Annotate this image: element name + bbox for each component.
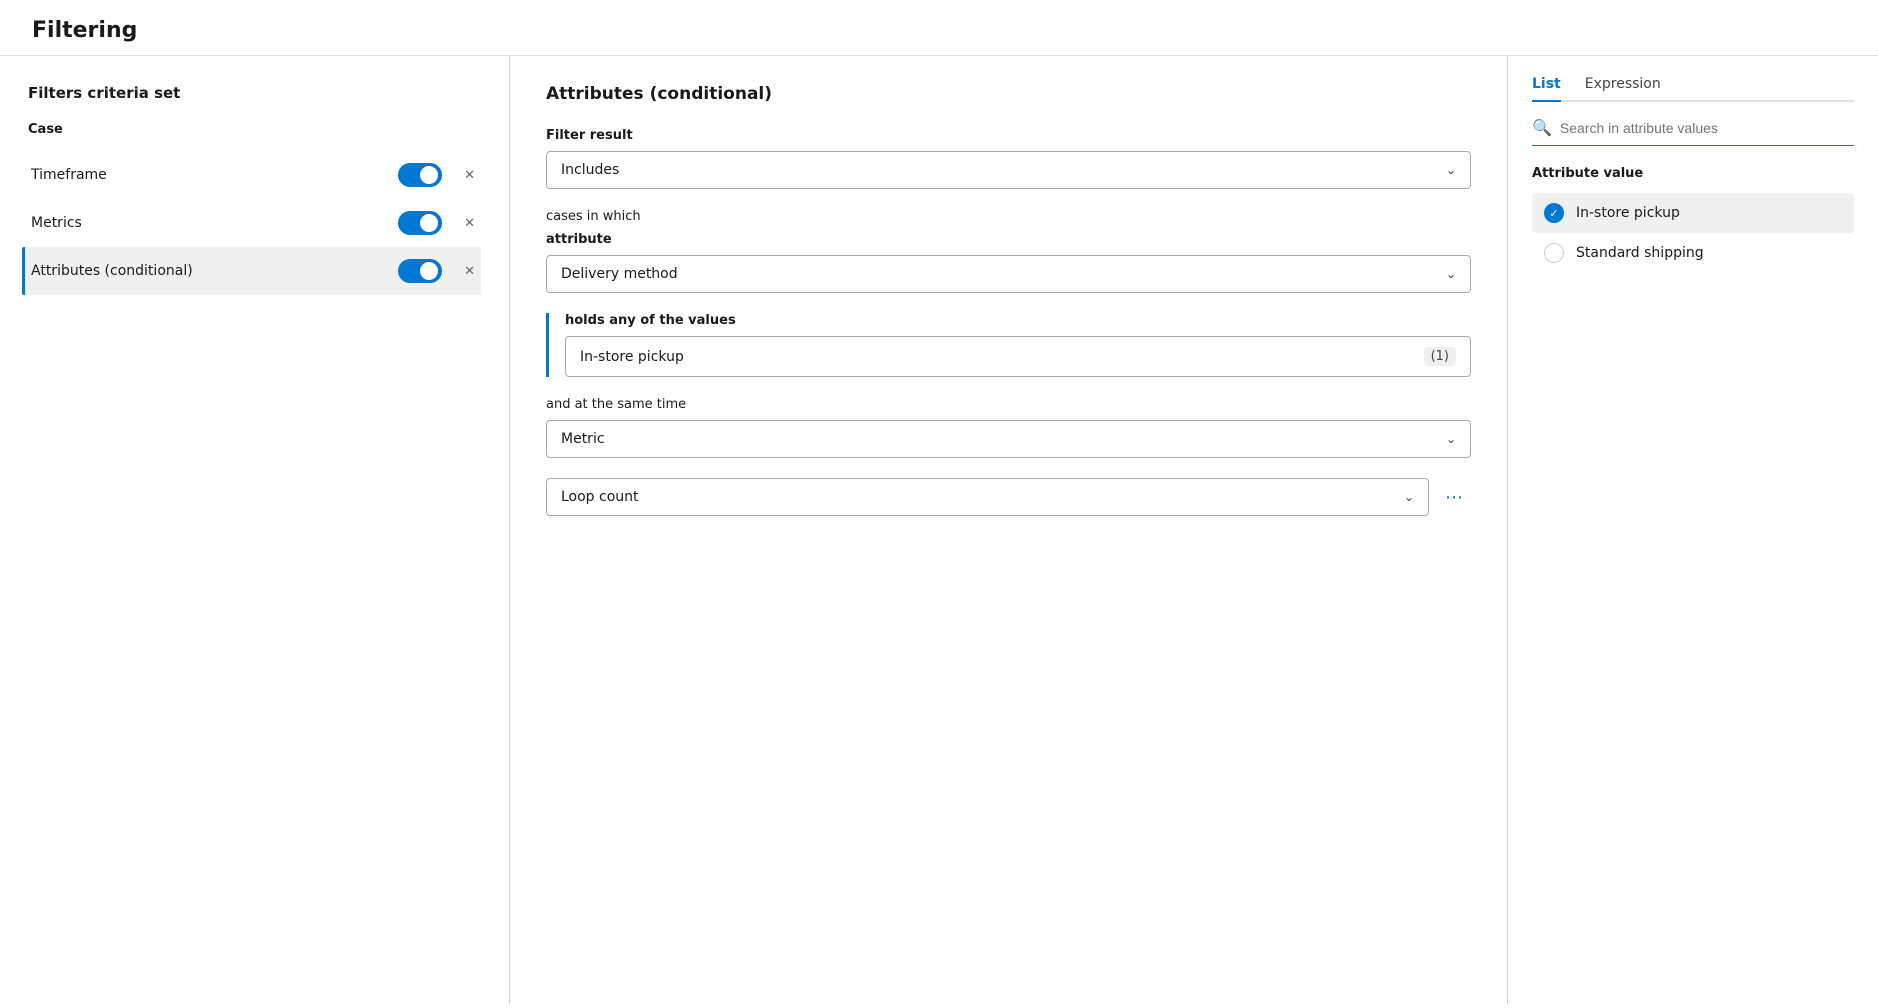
holds-count: (1) xyxy=(1424,347,1456,366)
and-at-label: and at the same time xyxy=(546,397,1471,412)
holds-label: holds any of the values xyxy=(565,313,1471,328)
right-panel: List Expression 🔍 Attribute value ✓ In-s… xyxy=(1508,56,1878,1004)
checkmark-icon: ✓ xyxy=(1549,207,1558,220)
holds-values-box[interactable]: In-store pickup (1) xyxy=(565,336,1471,377)
left-panel: Filters criteria set Case Timeframe ✕ Me… xyxy=(0,56,510,1004)
center-panel: Attributes (conditional) Filter result I… xyxy=(510,56,1508,1004)
attribute-value-header: Attribute value xyxy=(1532,166,1854,181)
search-row: 🔍 xyxy=(1532,118,1854,146)
tab-expression[interactable]: Expression xyxy=(1585,76,1661,102)
search-icon: 🔍 xyxy=(1532,118,1552,137)
filter-row-attributes-conditional[interactable]: Attributes (conditional) ✕ xyxy=(22,247,481,295)
toggle-timeframe[interactable] xyxy=(398,163,442,187)
more-options-button[interactable]: ⋯ xyxy=(1439,479,1471,516)
close-icon-timeframe[interactable]: ✕ xyxy=(458,164,481,187)
attr-value-label-instore: In-store pickup xyxy=(1576,205,1680,221)
page-title: Filtering xyxy=(0,0,1878,56)
filter-row-metrics[interactable]: Metrics ✕ xyxy=(22,199,481,247)
filter-label-timeframe: Timeframe xyxy=(31,167,398,183)
center-panel-title: Attributes (conditional) xyxy=(546,84,1471,104)
attribute-label: attribute xyxy=(546,232,1471,247)
filter-result-select[interactable]: Includes ⌄ xyxy=(546,151,1471,189)
close-icon-attributes-conditional[interactable]: ✕ xyxy=(458,260,481,283)
cases-in-which-label: cases in which xyxy=(546,209,1471,224)
chevron-down-icon-metric: ⌄ xyxy=(1446,432,1456,446)
chevron-down-icon: ⌄ xyxy=(1446,163,1456,177)
attr-check-empty-standard xyxy=(1544,243,1564,263)
metric-select[interactable]: Metric ⌄ xyxy=(546,420,1471,458)
metric-value: Metric xyxy=(561,431,605,447)
close-icon-metrics[interactable]: ✕ xyxy=(458,212,481,235)
blue-bar-section: holds any of the values In-store pickup … xyxy=(546,313,1471,377)
filter-label-attributes-conditional: Attributes (conditional) xyxy=(31,263,398,279)
attribute-select[interactable]: Delivery method ⌄ xyxy=(546,255,1471,293)
tab-list[interactable]: List xyxy=(1532,76,1561,102)
loop-count-value: Loop count xyxy=(561,489,639,505)
toggle-metrics[interactable] xyxy=(398,211,442,235)
holds-value: In-store pickup xyxy=(580,349,684,365)
attr-value-row-standard[interactable]: Standard shipping xyxy=(1532,233,1854,273)
filter-result-value: Includes xyxy=(561,162,619,178)
filter-label-metrics: Metrics xyxy=(31,215,398,231)
search-input[interactable] xyxy=(1560,120,1854,136)
filter-row-timeframe[interactable]: Timeframe ✕ xyxy=(22,151,481,199)
tabs-row: List Expression xyxy=(1532,76,1854,102)
left-panel-title: Filters criteria set xyxy=(28,84,481,102)
toggle-attributes-conditional[interactable] xyxy=(398,259,442,283)
chevron-down-icon-attribute: ⌄ xyxy=(1446,267,1456,281)
chevron-down-icon-loop: ⌄ xyxy=(1404,490,1414,504)
case-section-label: Case xyxy=(28,122,481,137)
loop-count-row: Loop count ⌄ ⋯ xyxy=(546,478,1471,516)
attribute-value: Delivery method xyxy=(561,266,678,282)
attr-value-row-instore[interactable]: ✓ In-store pickup xyxy=(1532,193,1854,233)
filter-result-label: Filter result xyxy=(546,128,1471,143)
loop-count-select[interactable]: Loop count ⌄ xyxy=(546,478,1429,516)
attr-check-instore: ✓ xyxy=(1544,203,1564,223)
attr-value-label-standard: Standard shipping xyxy=(1576,245,1704,261)
